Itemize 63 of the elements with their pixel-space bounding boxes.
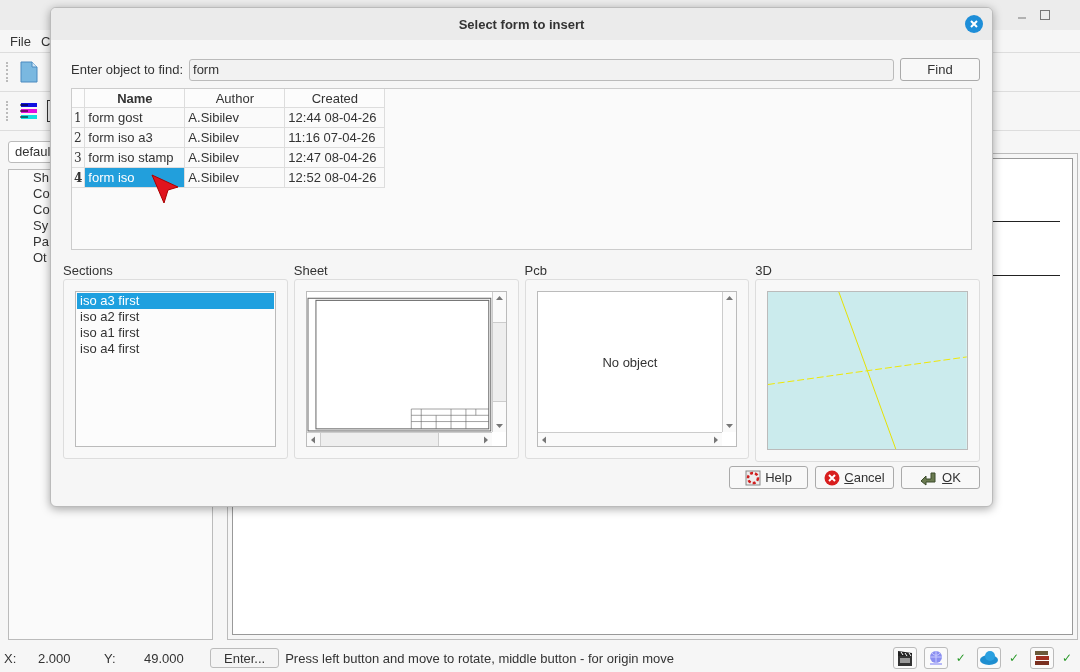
y-value: 49.000 (144, 650, 184, 666)
section-item[interactable]: iso a4 first (77, 341, 274, 357)
column-header[interactable]: Created (284, 89, 385, 108)
table-cell: 12:44 08-04-26 (284, 107, 385, 128)
section-item[interactable]: iso a2 first (77, 309, 274, 325)
table-cell: 11:16 07-04-26 (284, 127, 385, 148)
table-cell: 12:47 08-04-26 (284, 147, 385, 168)
find-button[interactable]: Find (900, 58, 980, 81)
globe-button[interactable] (923, 647, 948, 669)
return-arrow-icon (920, 469, 939, 486)
layers-icon[interactable] (19, 101, 39, 121)
row-number: 1 (72, 107, 85, 128)
row-number: 3 (72, 147, 85, 168)
panel-title: Sections (63, 264, 114, 278)
empty-message: No object (602, 354, 658, 370)
panel-title: Pcb (524, 264, 548, 278)
column-header[interactable]: Name (84, 89, 185, 108)
section-item[interactable]: iso a1 first (77, 325, 274, 341)
table-cell: A.Sibilev (184, 127, 285, 148)
table-cell[interactable]: form iso stamp (84, 147, 185, 168)
menu-item[interactable]: C (40, 33, 51, 49)
check-mark: ✓ (1008, 651, 1019, 665)
books-button[interactable] (1029, 647, 1054, 669)
lifebuoy-icon (745, 469, 762, 486)
cancel-icon (824, 469, 841, 486)
y-label: Y: (104, 650, 117, 666)
table-cell: A.Sibilev (184, 107, 285, 128)
horizontal-scrollbar[interactable] (537, 432, 723, 446)
check-mark: ✓ (955, 651, 966, 665)
search-field[interactable]: form (189, 58, 894, 81)
ok-button[interactable]: OK (901, 466, 980, 489)
table-cell[interactable]: form iso a3 (84, 127, 185, 148)
panel-title: 3D (755, 264, 773, 278)
table-cell: A.Sibilev (184, 167, 285, 188)
cursor-icon (150, 173, 180, 205)
vertical-scrollbar[interactable] (722, 292, 737, 432)
row-number: 2 (72, 127, 85, 148)
books-icon (1032, 649, 1051, 667)
menu-item[interactable]: File (10, 33, 31, 49)
horizontal-scrollbar[interactable] (306, 432, 492, 446)
vertical-scrollbar[interactable] (491, 292, 506, 432)
search-label: Enter object to find: (71, 62, 183, 77)
document-icon[interactable] (19, 61, 39, 83)
cloud-icon (978, 650, 999, 666)
dialog-title: Select form to insert (458, 16, 585, 32)
panel-title: Sheet (293, 264, 329, 278)
table-cell: A.Sibilev (184, 147, 285, 168)
cloud-button[interactable] (976, 647, 1001, 669)
x-value: 2.000 (38, 650, 72, 666)
cancel-button[interactable]: Cancel (815, 466, 894, 489)
clapperboard-button[interactable] (892, 647, 917, 669)
enter-button[interactable]: Enter... (210, 648, 280, 668)
clapperboard-icon (895, 649, 914, 667)
table-cell: 12:52 08-04-26 (284, 167, 385, 188)
column-header[interactable]: Author (184, 89, 285, 108)
close-icon[interactable] (965, 15, 983, 33)
x-label: X: (4, 650, 18, 666)
status-message: Press left button and move to rotate, middle button - for origin move (285, 650, 674, 666)
check-mark: ✓ (1061, 651, 1072, 665)
row-number: 4 (72, 167, 85, 188)
maximize-icon[interactable] (1040, 10, 1050, 20)
help-button[interactable]: Help (729, 466, 808, 489)
table-cell[interactable]: form gost (84, 107, 185, 128)
